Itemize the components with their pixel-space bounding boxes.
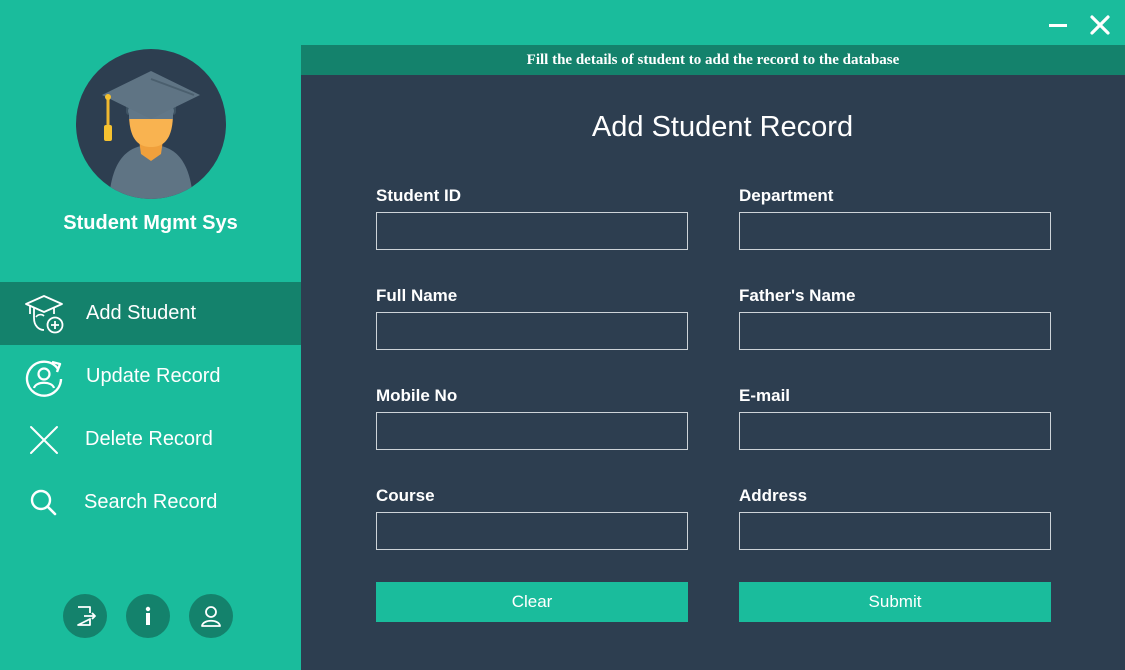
student-id-group: Student ID: [376, 185, 688, 250]
course-field[interactable]: [376, 512, 688, 550]
email-field[interactable]: [739, 412, 1051, 450]
close-window-icon: [1090, 15, 1110, 35]
mobile-no-label: Mobile No: [376, 386, 458, 405]
search-icon: [22, 481, 66, 525]
full-name-field[interactable]: [376, 312, 688, 350]
course-label: Course: [376, 486, 435, 505]
email-label: E-mail: [739, 386, 791, 405]
window-controls: [1045, 12, 1113, 38]
sidebar-item-label: Delete Record: [85, 428, 213, 450]
student-id-label: Student ID: [376, 186, 461, 205]
mobile-no-group: Mobile No: [376, 385, 688, 450]
info-button[interactable]: [126, 594, 170, 638]
student-id-field[interactable]: [376, 212, 688, 250]
sidebar-bottom-actions: [63, 594, 233, 638]
sidebar-item-label: Search Record: [84, 491, 218, 513]
sidebar-item-label: Add Student: [86, 302, 197, 324]
department-group: Department: [739, 185, 1051, 250]
clear-button[interactable]: Clear: [376, 582, 688, 622]
main-panel: Fill the details of student to add the r…: [301, 45, 1125, 670]
minimize-button[interactable]: [1045, 12, 1071, 38]
address-field[interactable]: [739, 512, 1051, 550]
sidebar-item-update-record[interactable]: Update Record: [0, 345, 301, 408]
graduate-icon: [102, 71, 200, 199]
instruction-banner: Fill the details of student to add the r…: [301, 45, 1125, 75]
graduate-add-icon: [22, 292, 66, 336]
refresh-user-icon: [22, 355, 66, 399]
close-icon: [22, 418, 66, 462]
logout-button[interactable]: [63, 594, 107, 638]
user-icon: [201, 606, 221, 627]
mobile-no-field[interactable]: [376, 412, 688, 450]
fathers-name-group: Father's Name: [739, 285, 1051, 350]
email-group: E-mail: [739, 385, 1051, 450]
fathers-name-label: Father's Name: [739, 286, 856, 305]
app-title: Student Mgmt Sys: [63, 212, 238, 234]
logout-icon: [77, 606, 96, 626]
department-field[interactable]: [739, 212, 1051, 250]
fathers-name-field[interactable]: [739, 312, 1051, 350]
course-group: Course: [376, 485, 688, 550]
info-icon: [145, 606, 151, 625]
address-group: Address: [739, 485, 1051, 550]
sidebar-nav: Add Student Update Record Delete Record: [0, 282, 301, 534]
full-name-group: Full Name: [376, 285, 688, 350]
form-title: Add Student Record: [591, 111, 854, 143]
sidebar-item-add-student[interactable]: Add Student: [0, 282, 301, 345]
sidebar: Student Mgmt Sys Add Student Update Reco…: [0, 0, 301, 670]
address-label: Address: [739, 486, 808, 505]
submit-button[interactable]: Submit: [739, 582, 1051, 622]
sidebar-item-search-record[interactable]: Search Record: [0, 471, 301, 534]
full-name-label: Full Name: [376, 286, 458, 305]
minimize-icon: [1049, 24, 1067, 27]
user-profile-button[interactable]: [189, 594, 233, 638]
sidebar-item-label: Update Record: [86, 365, 221, 387]
sidebar-item-delete-record[interactable]: Delete Record: [0, 408, 301, 471]
department-label: Department: [739, 186, 834, 205]
close-window-button[interactable]: [1087, 12, 1113, 38]
student-avatar-logo: [76, 49, 226, 199]
